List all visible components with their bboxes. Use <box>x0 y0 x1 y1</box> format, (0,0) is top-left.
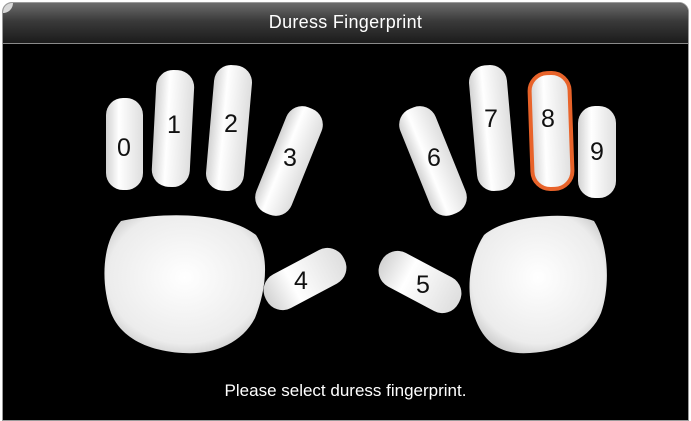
finger-5[interactable]: 5 <box>372 245 468 320</box>
finger-5-label: 5 <box>416 271 430 299</box>
finger-7-label: 7 <box>484 105 498 133</box>
finger-2-label: 2 <box>224 110 238 138</box>
finger-6[interactable]: 6 <box>394 101 472 221</box>
duress-fingerprint-screen: Duress Fingerprint 0 1 2 3 4 5 6 7 8 9 P… <box>2 2 689 421</box>
finger-4-label: 4 <box>294 267 308 295</box>
status-message: Please select duress fingerprint. <box>224 381 467 400</box>
finger-9[interactable]: 9 <box>578 106 616 198</box>
finger-1-label: 1 <box>167 111 181 139</box>
finger-3[interactable]: 3 <box>250 101 328 221</box>
left-palm <box>104 215 266 354</box>
finger-2[interactable]: 2 <box>205 64 254 193</box>
finger-8[interactable]: 8 <box>527 70 575 192</box>
finger-3-label: 3 <box>283 144 297 172</box>
finger-1[interactable]: 1 <box>151 69 195 188</box>
right-palm <box>469 215 607 354</box>
finger-6-label: 6 <box>427 144 441 172</box>
hands-diagram: 0 1 2 3 4 5 6 7 8 9 <box>104 64 616 354</box>
finger-0-label: 0 <box>117 134 131 162</box>
finger-7[interactable]: 7 <box>468 64 517 193</box>
finger-9-label: 9 <box>590 138 604 166</box>
finger-4[interactable]: 4 <box>257 242 353 317</box>
finger-0[interactable]: 0 <box>106 98 143 190</box>
finger-8-label: 8 <box>541 105 555 133</box>
